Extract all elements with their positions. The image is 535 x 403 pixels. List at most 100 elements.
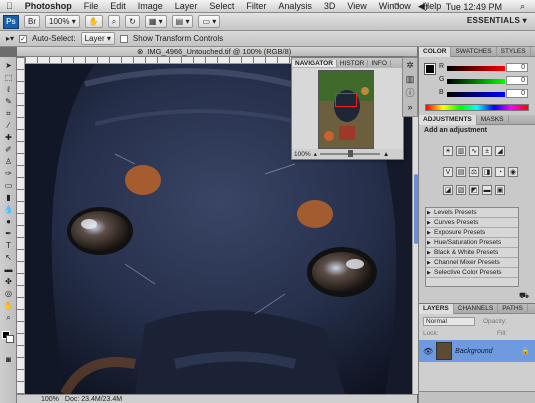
navigator-view-box[interactable]: [335, 93, 357, 107]
navigator-preview[interactable]: [318, 70, 374, 149]
stamp-tool-icon[interactable]: ♙: [3, 157, 14, 166]
zoom-tool-icon-2[interactable]: ⌕: [3, 313, 14, 322]
curves-icon[interactable]: ∿: [469, 146, 479, 156]
layer-row-background[interactable]: 👁 Background 🔒: [419, 340, 535, 362]
color-balance-icon[interactable]: ⚖: [469, 167, 479, 177]
quick-mask-icon[interactable]: ◙: [3, 355, 14, 364]
apple-menu[interactable]: : [0, 1, 19, 11]
levels-icon[interactable]: ▥: [456, 146, 466, 156]
zoom-in-icon[interactable]: ▲: [383, 151, 389, 158]
eyedropper-tool-icon[interactable]: ⁄: [3, 121, 14, 130]
vibrance-icon[interactable]: V: [443, 167, 453, 177]
pen-tool-icon[interactable]: ✒: [3, 229, 14, 238]
bridge-button[interactable]: Br: [24, 15, 40, 28]
marquee-tool-icon[interactable]: ⬚: [3, 73, 14, 82]
red-slider[interactable]: [447, 66, 505, 71]
zoom-out-icon[interactable]: ▴: [314, 150, 317, 158]
brush-tool-icon[interactable]: ✐: [3, 145, 14, 154]
menu-view[interactable]: View: [341, 1, 372, 11]
tab-masks[interactable]: MASKS: [477, 114, 509, 125]
auto-select-checkbox[interactable]: ✓: [19, 34, 28, 43]
background-color-swatch[interactable]: [6, 335, 14, 343]
wifi-icon[interactable]: ◠: [386, 1, 406, 12]
tab-info[interactable]: INFO: [368, 59, 391, 67]
tab-layers[interactable]: LAYERS: [419, 303, 454, 314]
adjustments-footer-icon[interactable]: ⛟: [519, 291, 529, 301]
menu-app[interactable]: Photoshop: [19, 1, 78, 11]
volume-icon[interactable]: ◀): [412, 1, 434, 12]
hand-tool-icon-2[interactable]: ✋: [3, 301, 14, 310]
clock[interactable]: Tue 12:49 PM: [440, 2, 508, 12]
show-transform-checkbox[interactable]: [119, 34, 128, 43]
move-tool-icon[interactable]: ➤: [3, 61, 14, 70]
tab-navigator[interactable]: NAVIGATOR: [292, 59, 337, 67]
blend-mode-dropdown[interactable]: Normal: [423, 317, 475, 326]
menu-select[interactable]: Select: [203, 1, 240, 11]
menu-edit[interactable]: Edit: [104, 1, 132, 11]
tab-histogram[interactable]: HISTOR: [337, 59, 369, 67]
tab-adjustments[interactable]: ADJUSTMENTS: [419, 114, 477, 125]
navigator-panel-icon[interactable]: ✲: [403, 58, 417, 72]
preset-exposure[interactable]: Exposure Presets: [426, 228, 518, 238]
navigator-zoom-slider[interactable]: [319, 150, 380, 157]
3d-rotate-tool-icon[interactable]: ✤: [3, 277, 14, 286]
channel-mixer-icon[interactable]: ◉: [508, 167, 518, 177]
zoom-status[interactable]: 100%: [41, 396, 59, 403]
info-panel-icon[interactable]: ⓘ: [403, 86, 417, 100]
tab-color[interactable]: COLOR: [419, 46, 452, 57]
type-tool-icon[interactable]: T: [3, 241, 14, 250]
green-value[interactable]: 0: [506, 76, 528, 85]
tab-styles[interactable]: STYLES: [497, 46, 531, 57]
layer-visibility-eye-icon[interactable]: 👁: [423, 347, 433, 356]
red-value[interactable]: 0: [506, 63, 528, 72]
preset-curves[interactable]: Curves Presets: [426, 218, 518, 228]
menu-layer[interactable]: Layer: [169, 1, 204, 11]
gradient-map-icon[interactable]: ▬: [482, 185, 492, 195]
preset-hue-saturation[interactable]: Hue/Saturation Presets: [426, 238, 518, 248]
selective-color-icon[interactable]: ▣: [495, 185, 505, 195]
screen-mode-dropdown[interactable]: ▭ ▾: [198, 15, 221, 28]
close-document-icon[interactable]: ⊗: [137, 47, 143, 56]
auto-select-dropdown[interactable]: Layer ▾: [80, 32, 115, 45]
color-spectrum-bar[interactable]: [425, 104, 529, 111]
menu-image[interactable]: Image: [132, 1, 169, 11]
hand-tool-icon[interactable]: ✋: [84, 15, 103, 28]
healing-tool-icon[interactable]: ✚: [3, 133, 14, 142]
slider-handle[interactable]: [347, 150, 353, 157]
workspace-switcher[interactable]: ESSENTIALS ▾: [467, 16, 527, 25]
crop-tool-icon[interactable]: ⌗: [3, 109, 14, 118]
menu-3d[interactable]: 3D: [318, 1, 342, 11]
dodge-tool-icon[interactable]: ●: [3, 217, 14, 226]
shape-tool-icon[interactable]: ▬: [3, 265, 14, 274]
quick-select-tool-icon[interactable]: ✎: [3, 97, 14, 106]
black-white-icon[interactable]: ◨: [482, 167, 492, 177]
eraser-tool-icon[interactable]: ▭: [3, 181, 14, 190]
hue-saturation-icon[interactable]: ▤: [456, 167, 466, 177]
spotlight-icon[interactable]: ⌕: [514, 1, 531, 12]
arrange-documents-dropdown[interactable]: ▤ ▾: [171, 15, 194, 28]
brightness-contrast-icon[interactable]: ☀: [443, 146, 453, 156]
move-tool-preset-icon[interactable]: ▸▾: [6, 34, 14, 43]
collapse-icon[interactable]: »: [403, 100, 417, 114]
preset-black-white[interactable]: Black & White Presets: [426, 248, 518, 258]
green-slider[interactable]: [447, 79, 505, 84]
exposure-icon[interactable]: ±: [482, 146, 492, 156]
layer-name[interactable]: Background: [455, 348, 492, 355]
exposure-triangle-icon[interactable]: ◢: [495, 146, 505, 156]
preset-levels[interactable]: Levels Presets: [426, 208, 518, 218]
lasso-tool-icon[interactable]: ℓ: [3, 85, 14, 94]
menu-file[interactable]: File: [78, 1, 105, 11]
document-tab[interactable]: ⊗ IMG_4966_Untouched.tif @ 100% (RGB/8): [17, 47, 417, 57]
histogram-panel-icon[interactable]: ▥: [403, 72, 417, 86]
blue-slider[interactable]: [447, 92, 505, 97]
photo-filter-icon[interactable]: ◔: [495, 167, 505, 177]
invert-icon[interactable]: ◪: [443, 185, 453, 195]
zoom-tool-icon[interactable]: ⌕: [107, 15, 121, 28]
preset-selective-color[interactable]: Selective Color Presets: [426, 268, 518, 278]
navigator-zoom-value[interactable]: 100%: [294, 151, 311, 158]
posterize-icon[interactable]: ▧: [456, 185, 466, 195]
rotate-view-icon[interactable]: ↻: [125, 15, 140, 28]
color-foreground-swatch[interactable]: [424, 63, 436, 75]
3d-orbit-tool-icon[interactable]: ◎: [3, 289, 14, 298]
blue-value[interactable]: 0: [506, 89, 528, 98]
